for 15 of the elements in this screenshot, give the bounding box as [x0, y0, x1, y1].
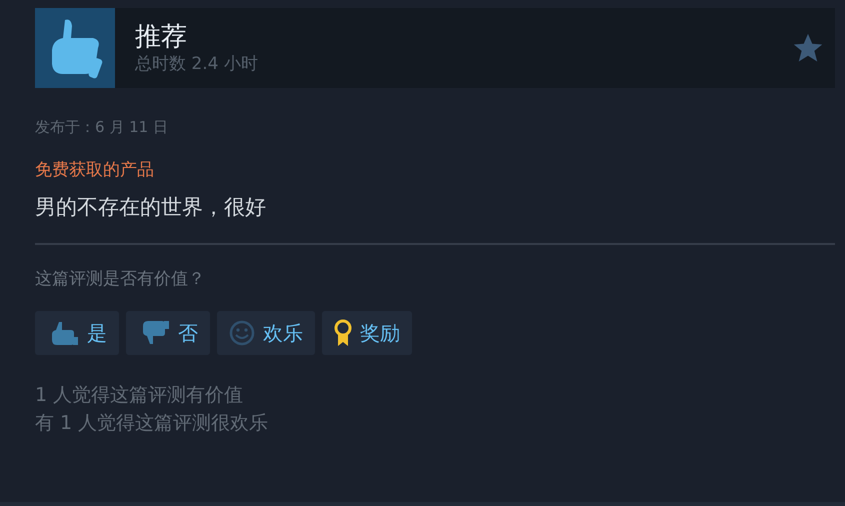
thumbs-up-icon — [35, 8, 115, 88]
smiley-icon — [229, 320, 255, 346]
vote-count-text: 1 人觉得这篇评测有价值 — [35, 383, 244, 408]
vote-button[interactable]: 是 — [35, 311, 119, 355]
vote-count-text: 有 1 人觉得这篇评测很欢乐 — [35, 411, 270, 436]
vote-button[interactable]: 否 — [126, 311, 210, 355]
vote-button[interactable]: 欢乐 — [217, 311, 315, 355]
posted-date: 发布于：6 月 11 日 — [35, 118, 169, 137]
helpful-question: 这篇评测是否有价值？ — [35, 268, 206, 290]
free-product-label: 免费获取的产品 — [35, 159, 155, 181]
review-text: 男的不存在的世界，很好 — [35, 194, 267, 221]
vote-button[interactable]: 奖励 — [322, 311, 412, 355]
award-ribbon-icon — [334, 319, 352, 347]
review-verdict: 推荐 — [135, 21, 188, 53]
hours-played: 总时数 2.4 小时 — [135, 53, 259, 75]
